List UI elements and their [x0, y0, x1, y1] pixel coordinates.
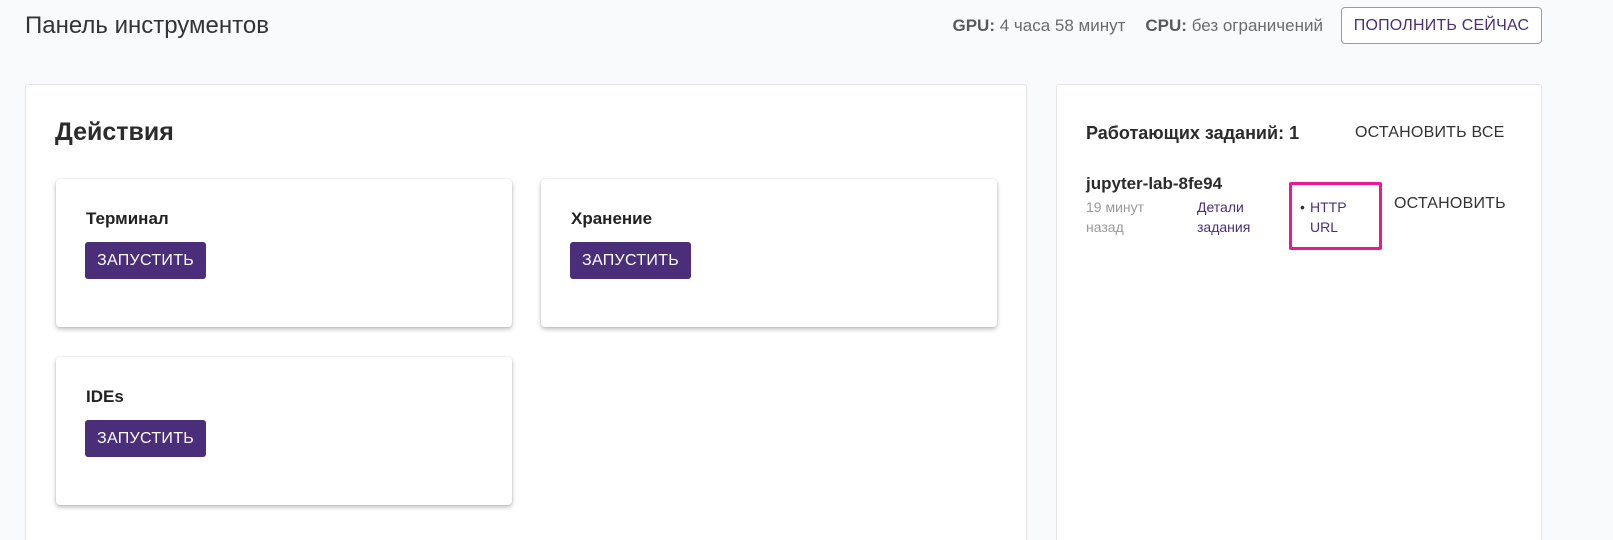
job-start-time: 19 минут назад — [1086, 199, 1145, 235]
actions-panel: Действия Терминал ЗАПУСТИТЬ Хранение ЗАП… — [25, 84, 1027, 540]
ides-card: IDEs ЗАПУСТИТЬ — [56, 357, 512, 505]
resource-usage: GPU: 4 часа 58 минут CPU: без ограничени… — [953, 16, 1324, 36]
http-url-label[interactable]: HTTP URL — [1310, 199, 1346, 235]
running-jobs-title: Работающих заданий: 1 — [1086, 123, 1300, 143]
actions-title: Действия — [55, 118, 174, 146]
page-title: Панель инструментов — [25, 12, 269, 39]
launch-storage-button[interactable]: ЗАПУСТИТЬ — [570, 242, 692, 279]
terminal-card-title: Терминал — [86, 209, 169, 228]
storage-card: Хранение ЗАПУСТИТЬ — [541, 179, 997, 327]
gpu-label: GPU: — [952, 16, 996, 35]
bullet-icon: • — [1300, 199, 1305, 215]
job-details-link[interactable]: Детали задания — [1197, 197, 1277, 237]
terminal-card: Терминал ЗАПУСТИТЬ — [56, 179, 512, 327]
launch-ides-button[interactable]: ЗАПУСТИТЬ — [85, 420, 207, 457]
storage-card-title: Хранение — [571, 209, 653, 228]
cpu-label: CPU: — [1145, 16, 1187, 35]
dashboard-page: Панель инструментов GPU: 4 часа 58 минут… — [0, 0, 1613, 540]
cpu-usage: CPU: без ограничений — [1145, 16, 1323, 36]
http-url-highlight: • HTTP URL — [1289, 182, 1382, 250]
launch-terminal-button[interactable]: ЗАПУСТИТЬ — [85, 242, 207, 279]
running-jobs-panel: Работающих заданий: 1 ОСТАНОВИТЬ ВСЕ jup… — [1056, 84, 1542, 540]
job-name: jupyter-lab-8fe94 — [1086, 174, 1223, 193]
topup-now-button[interactable]: ПОПОЛНИТЬ СЕЙЧАС — [1341, 7, 1542, 44]
cpu-value: без ограничений — [1191, 16, 1323, 35]
gpu-usage: GPU: 4 часа 58 минут — [953, 16, 1126, 36]
stop-job-button[interactable]: ОСТАНОВИТЬ — [1394, 195, 1506, 213]
stop-all-button[interactable]: ОСТАНОВИТЬ ВСЕ — [1355, 124, 1504, 142]
ides-card-title: IDEs — [86, 387, 124, 406]
gpu-value: 4 часа 58 минут — [999, 16, 1126, 35]
http-url-link[interactable]: • HTTP URL — [1300, 197, 1365, 237]
